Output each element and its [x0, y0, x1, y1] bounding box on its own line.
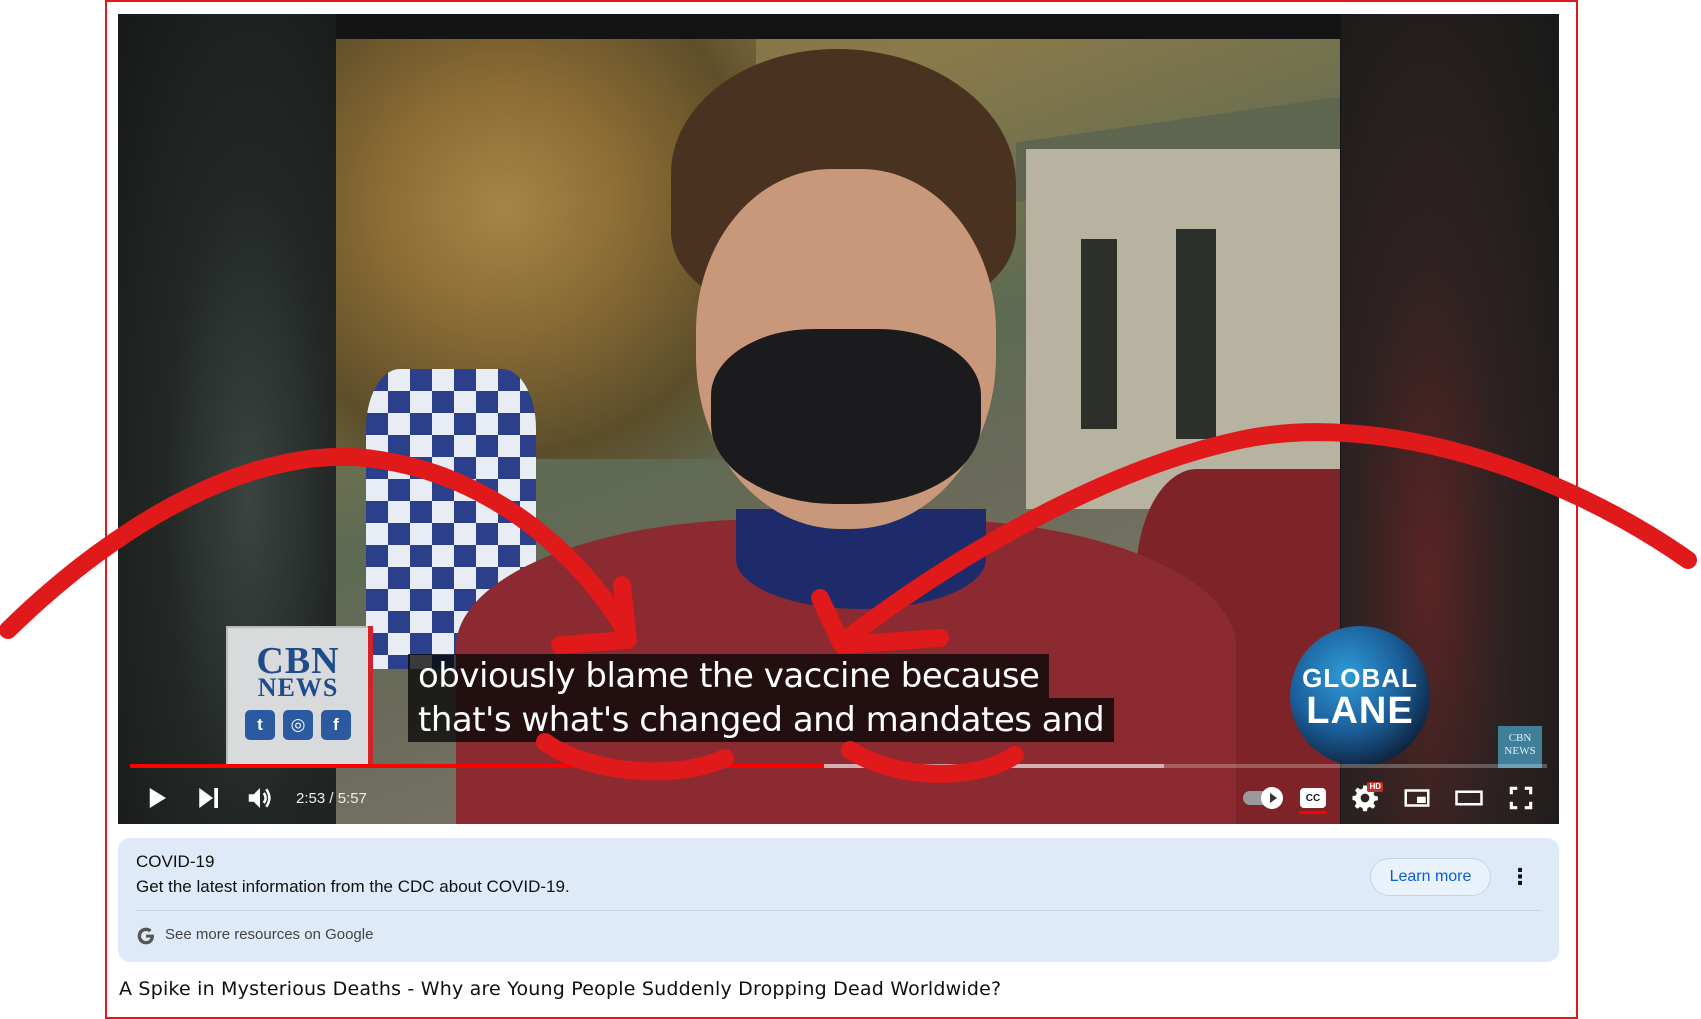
logo-text: CBN	[256, 640, 340, 682]
captions-icon: CC	[1300, 788, 1326, 808]
autoplay-toggle[interactable]	[1235, 772, 1287, 824]
next-button[interactable]	[182, 772, 234, 824]
window	[1176, 229, 1216, 439]
more-resources-link[interactable]: See more resources on Google	[165, 926, 373, 943]
covid-info-panel: COVID-19 Get the latest information from…	[118, 838, 1559, 962]
time-display: 2:53 / 5:57	[296, 789, 367, 807]
next-icon	[199, 788, 218, 808]
cbn-news-logo: CBN NEWS t ◎ f	[226, 626, 370, 766]
more-options-icon[interactable]: ⋮	[1501, 858, 1539, 896]
volume-icon	[248, 788, 271, 808]
captions-active-indicator	[1299, 811, 1327, 814]
logo-accent-bar	[368, 626, 373, 766]
instagram-icon: ◎	[283, 710, 313, 740]
play-button[interactable]	[130, 772, 182, 824]
google-icon	[137, 927, 154, 945]
player-controls: 2:53 / 5:57 CC HD	[118, 772, 1559, 824]
progress-played	[130, 764, 825, 768]
facebook-icon: f	[321, 710, 351, 740]
autoplay-toggle-icon	[1243, 787, 1283, 809]
channel-watermark[interactable]: CBN NEWS	[1498, 726, 1542, 768]
play-icon	[149, 788, 166, 808]
progress-bar[interactable]	[130, 764, 1547, 768]
logo-text: GLOBAL	[1302, 663, 1418, 693]
video-title: A Spike in Mysterious Deaths - Why are Y…	[119, 978, 1002, 1000]
info-panel-subtitle: Get the latest information from the CDC …	[136, 877, 570, 896]
divider	[136, 910, 1541, 911]
logo-text: LANE	[1306, 690, 1414, 732]
caption-line: obviously blame the vaccine because	[408, 654, 1050, 698]
captions: obviously blame the vaccine because that…	[408, 654, 1115, 742]
subtitles-button[interactable]: CC	[1287, 772, 1339, 824]
video-player[interactable]: CBN NEWS t ◎ f GLOBAL LANE CBN NEWS obvi…	[118, 14, 1559, 824]
settings-button[interactable]: HD	[1339, 772, 1391, 824]
mute-button[interactable]	[234, 772, 286, 824]
window	[1081, 239, 1117, 429]
face-mask	[711, 329, 981, 504]
twitter-icon: t	[245, 710, 275, 740]
info-panel-title: COVID-19	[136, 852, 215, 871]
hd-badge: HD	[1367, 782, 1383, 792]
theater-icon	[1455, 790, 1483, 806]
theater-mode-button[interactable]	[1443, 772, 1495, 824]
learn-more-button[interactable]: Learn more	[1370, 858, 1491, 896]
global-lane-logo: GLOBAL LANE	[1290, 626, 1430, 766]
miniplayer-button[interactable]	[1391, 772, 1443, 824]
caption-line: that's what's changed and mandates and	[408, 698, 1115, 742]
logo-text: NEWS	[257, 673, 339, 702]
miniplayer-icon	[1404, 789, 1430, 807]
fullscreen-icon	[1509, 786, 1533, 810]
fullscreen-button[interactable]	[1495, 772, 1547, 824]
